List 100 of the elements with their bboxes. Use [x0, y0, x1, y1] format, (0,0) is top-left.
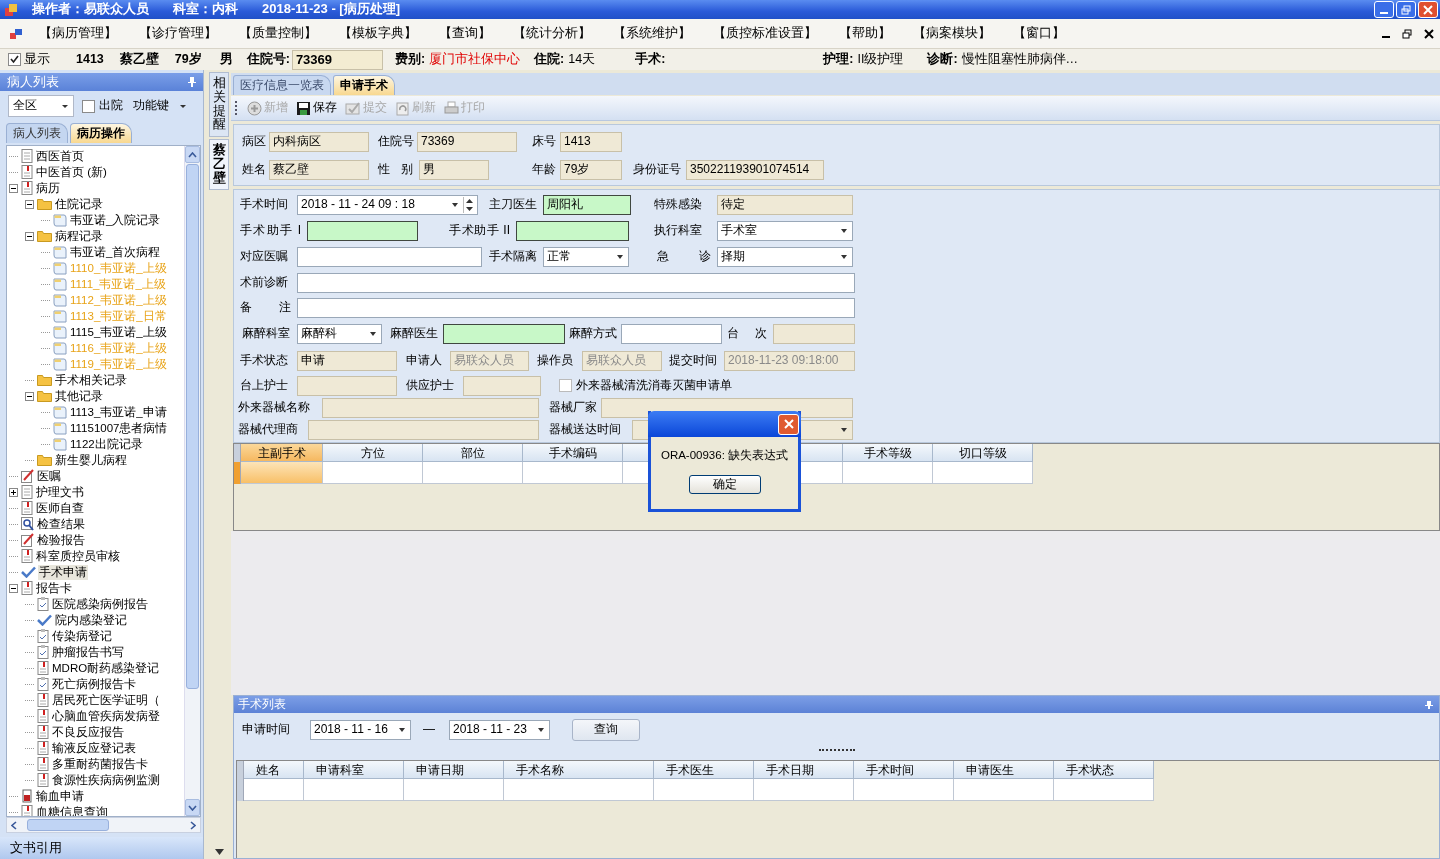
menu-item[interactable]: 【系统维护】	[605, 26, 705, 41]
collapse-icon[interactable]	[25, 199, 34, 209]
scroll-down-button[interactable]	[185, 799, 200, 816]
date-time-picker[interactable]: 2018 - 11 - 24 09 : 18	[297, 195, 478, 215]
scroll-left-icon[interactable]	[11, 820, 17, 830]
checkbox[interactable]	[559, 379, 572, 392]
dropdown-field[interactable]: 择期	[717, 247, 853, 267]
tree-item[interactable]: 科室质控员审核	[35, 548, 121, 564]
collapse-icon[interactable]	[9, 183, 18, 193]
tree-item[interactable]: 输血申请	[35, 788, 85, 804]
expand-icon[interactable]	[9, 487, 18, 497]
tree-item[interactable]: 西医首页	[35, 148, 85, 164]
scroll-thumb[interactable]	[186, 164, 199, 689]
scroll-up-button[interactable]	[185, 146, 200, 163]
menu-item[interactable]: 【查询】	[431, 26, 505, 41]
tab[interactable]: 医疗信息一览表	[233, 75, 331, 95]
input-field[interactable]: 申请	[297, 351, 397, 371]
tree-item[interactable]: 新生婴儿病程	[54, 452, 128, 468]
tree-item[interactable]: 心脑血管疾病发病登	[51, 708, 161, 724]
minimize-button[interactable]	[1374, 1, 1394, 18]
checkbox[interactable]	[8, 53, 21, 66]
scrollbar[interactable]	[184, 146, 200, 816]
tree-item[interactable]: 报告卡	[35, 580, 73, 596]
input-field[interactable]: 1413	[560, 132, 622, 152]
date-picker[interactable]: 2018 - 11 - 23	[449, 720, 550, 740]
close-icon[interactable]	[1424, 28, 1434, 39]
scroll-thumb[interactable]	[27, 819, 109, 831]
tree-item[interactable]: 输液反应登记表	[51, 740, 137, 756]
input-field[interactable]	[307, 221, 418, 241]
date-picker[interactable]: 2018 - 11 - 16	[310, 720, 411, 740]
input-field[interactable]	[297, 375, 397, 396]
tab[interactable]: 病人列表	[6, 123, 68, 143]
collapse-icon[interactable]	[9, 583, 18, 593]
tree-item[interactable]: 中医首页 (新)	[35, 164, 108, 180]
tree-item[interactable]: 传染病登记	[51, 628, 113, 644]
tree-item[interactable]: 1115_韦亚诺_上级	[69, 324, 168, 340]
tree-item[interactable]: 11151007患者病情	[69, 420, 169, 436]
input-field[interactable]	[297, 272, 855, 293]
input-field[interactable]: 79岁	[560, 160, 622, 180]
tree-item[interactable]: 肿瘤报告书写	[51, 644, 125, 660]
query-button[interactable]: 查询	[572, 719, 640, 741]
tab[interactable]: 申请手术	[333, 75, 395, 95]
close-button[interactable]	[778, 413, 799, 435]
dropdown-field[interactable]: 手术室	[717, 221, 853, 241]
menu-item[interactable]: 【统计分析】	[505, 26, 605, 41]
function-key-dropdown[interactable]: 功能键	[131, 99, 189, 113]
tree-item[interactable]: 死亡病例报告卡	[51, 676, 137, 692]
minimize-icon[interactable]	[1382, 35, 1390, 38]
ward-dropdown[interactable]: 全区	[8, 95, 74, 117]
input-field[interactable]: 蔡乙壁	[269, 160, 369, 180]
close-button[interactable]	[1418, 1, 1438, 18]
input-field[interactable]	[773, 324, 855, 344]
tree-item[interactable]: 护理文书	[35, 484, 85, 500]
tree-item[interactable]: 手术相关记录	[54, 372, 128, 388]
input-field[interactable]: 内科病区	[269, 132, 369, 152]
tab[interactable]: 病历操作	[70, 123, 132, 143]
menu-item[interactable]: 【质控标准设置】	[705, 26, 831, 41]
tree-item[interactable]: 检验报告	[36, 532, 86, 548]
menu-item[interactable]: 【质量控制】	[231, 26, 331, 41]
tree-item[interactable]: 手术申请	[38, 564, 88, 580]
tree-item[interactable]: 1122出院记录	[69, 436, 144, 452]
tree-item[interactable]: 病程记录	[54, 228, 104, 244]
horizontal-scrollbar[interactable]	[6, 817, 201, 833]
dropdown-field[interactable]: 正常	[543, 247, 629, 267]
tree-item[interactable]: 医师自查	[35, 500, 85, 516]
collapse-icon[interactable]	[25, 231, 34, 241]
tree-item[interactable]: 住院记录	[54, 196, 104, 212]
menu-item[interactable]: 【帮助】	[831, 26, 905, 41]
tree-item[interactable]: 院内感染登记	[54, 612, 128, 628]
tree-item[interactable]: 食源性疾病病例监测	[51, 772, 161, 788]
input-field[interactable]	[443, 324, 565, 344]
tree-item[interactable]: 居民死亡医学证明（	[51, 692, 161, 708]
input-field[interactable]	[297, 297, 855, 318]
scroll-right-icon[interactable]	[190, 820, 196, 830]
input-field[interactable]	[308, 420, 539, 440]
dropdown-field[interactable]: 麻醉科	[297, 324, 382, 344]
pin-icon[interactable]	[187, 76, 197, 88]
tree-item[interactable]: 韦亚诺_入院记录	[69, 212, 162, 228]
tree-item[interactable]: 韦亚诺_首次病程	[69, 244, 162, 260]
save-button[interactable]: 保存	[292, 100, 341, 116]
tree-item[interactable]: 其他记录	[54, 388, 104, 404]
input-field[interactable]: 350221193901074514	[686, 160, 824, 180]
tree-item[interactable]: MDRO耐药感染登记	[51, 660, 161, 676]
input-field[interactable]	[621, 324, 722, 344]
menu-item[interactable]: 【窗口】	[1005, 26, 1079, 41]
tree-item[interactable]: 多重耐药菌报告卡	[51, 756, 149, 772]
menu-item[interactable]: 【模板字典】	[331, 26, 431, 41]
input-field[interactable]	[322, 398, 539, 418]
tree-item[interactable]: 医院感染病例报告	[51, 596, 149, 612]
input-field[interactable]: 男	[419, 160, 489, 180]
tree-item[interactable]: 医嘱	[36, 468, 62, 484]
menu-item[interactable]: 【病历管理】	[31, 26, 131, 41]
ok-button[interactable]: 确定	[688, 475, 761, 495]
tree-item[interactable]: 不良反应报告	[51, 724, 125, 740]
pin-icon[interactable]	[1425, 699, 1433, 710]
input-field[interactable]: 73369	[417, 132, 517, 152]
dropdown-arrow-icon[interactable]	[214, 849, 224, 855]
checkbox[interactable]	[82, 99, 95, 113]
app-menu-icon[interactable]	[9, 26, 23, 41]
vertical-tab[interactable]: 相关提醒	[209, 72, 229, 137]
